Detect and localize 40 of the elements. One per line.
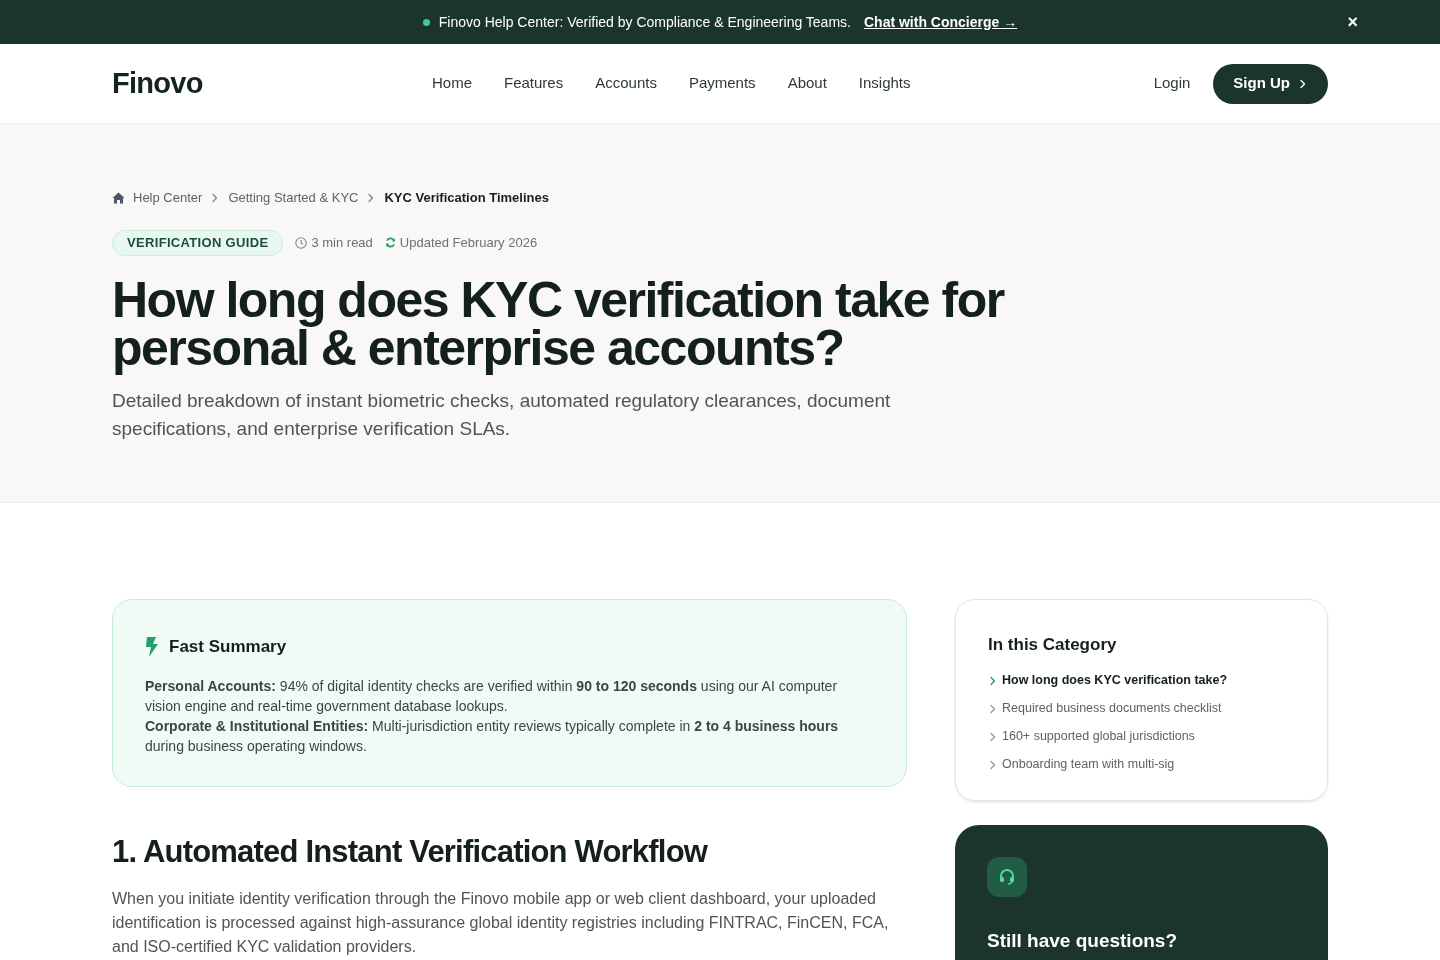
section-paragraph: When you initiate identity verification through the Finovo mobile app or web client dashboard, your uploaded identification is processed against high-assurance global identity registries including FINTRAC, FinCEN, FCA, and ISO-certified KYC validation providers. (112, 889, 890, 957)
lightning-icon (145, 636, 159, 657)
category-link[interactable]: How long does KYC verification take? (988, 671, 1295, 690)
help-title: Still have questions? (987, 928, 1179, 953)
updated-date: Updated February 2026 (399, 233, 538, 252)
breadcrumb-link[interactable]: Getting Started & KYC (228, 188, 359, 208)
clock-icon (295, 236, 308, 249)
sign-up-button[interactable]: Sign Up (1213, 63, 1328, 104)
concierge-link[interactable]: Chat with Concierge → (863, 11, 1018, 33)
login-link[interactable]: Login (1153, 72, 1191, 95)
chevron-icon (988, 703, 998, 714)
category-link[interactable]: Required business documents checklist (988, 699, 1295, 718)
chevron-icon (988, 731, 998, 742)
category-link[interactable]: Onboarding team with multi-sig (988, 755, 1295, 774)
close-button[interactable]: × (1347, 12, 1358, 32)
announcement-text: Finovo Help Center: Verified by Compliance & Engineering Teams. (438, 12, 851, 32)
nav-link[interactable]: Payments (688, 72, 756, 95)
summary-paragraph: Corporate & Institutional Entities: Multi-jurisdiction entity reviews typically complete in 2 to 4 business hours during business operating windows. (145, 716, 840, 756)
refresh-icon (384, 237, 396, 248)
chevron-icon (988, 675, 998, 686)
category-badge: VERIFICATION GUIDE (112, 229, 284, 256)
breadcrumb-link[interactable]: KYC Verification Timelines (384, 188, 549, 208)
nav-link[interactable]: About (787, 72, 827, 95)
nav-link[interactable]: Features (504, 72, 564, 95)
category-link[interactable]: 160+ supported global jurisdictions (988, 727, 1295, 746)
summary-paragraph: Personal Accounts: 94% of digital identity checks are verified within 90 to 120 seconds using our AI computer vision engine and real-time government database lookups. (145, 676, 839, 716)
chevron-icon (988, 759, 998, 770)
chevron-icon (1298, 78, 1308, 89)
nav-link[interactable]: Insights (858, 72, 911, 95)
breadcrumb-link[interactable]: Help Center (133, 188, 203, 208)
logo[interactable]: Finovo (112, 61, 432, 106)
home-icon (112, 191, 125, 204)
read-time: 3 min read (311, 233, 373, 252)
summary-title: Fast Summary (169, 636, 287, 658)
category-title: In this Category (988, 634, 1118, 656)
nav-link[interactable]: Accounts (595, 72, 657, 95)
section-heading: 1. Automated Instant Verification Workflow (112, 832, 709, 871)
headset-icon (987, 856, 1027, 897)
nav-link[interactable]: Home (432, 72, 472, 95)
page-subtitle: Detailed breakdown of instant biometric checks, automated regulatory clearances, document specifications, and enterprise verification SLAs. (112, 388, 892, 441)
